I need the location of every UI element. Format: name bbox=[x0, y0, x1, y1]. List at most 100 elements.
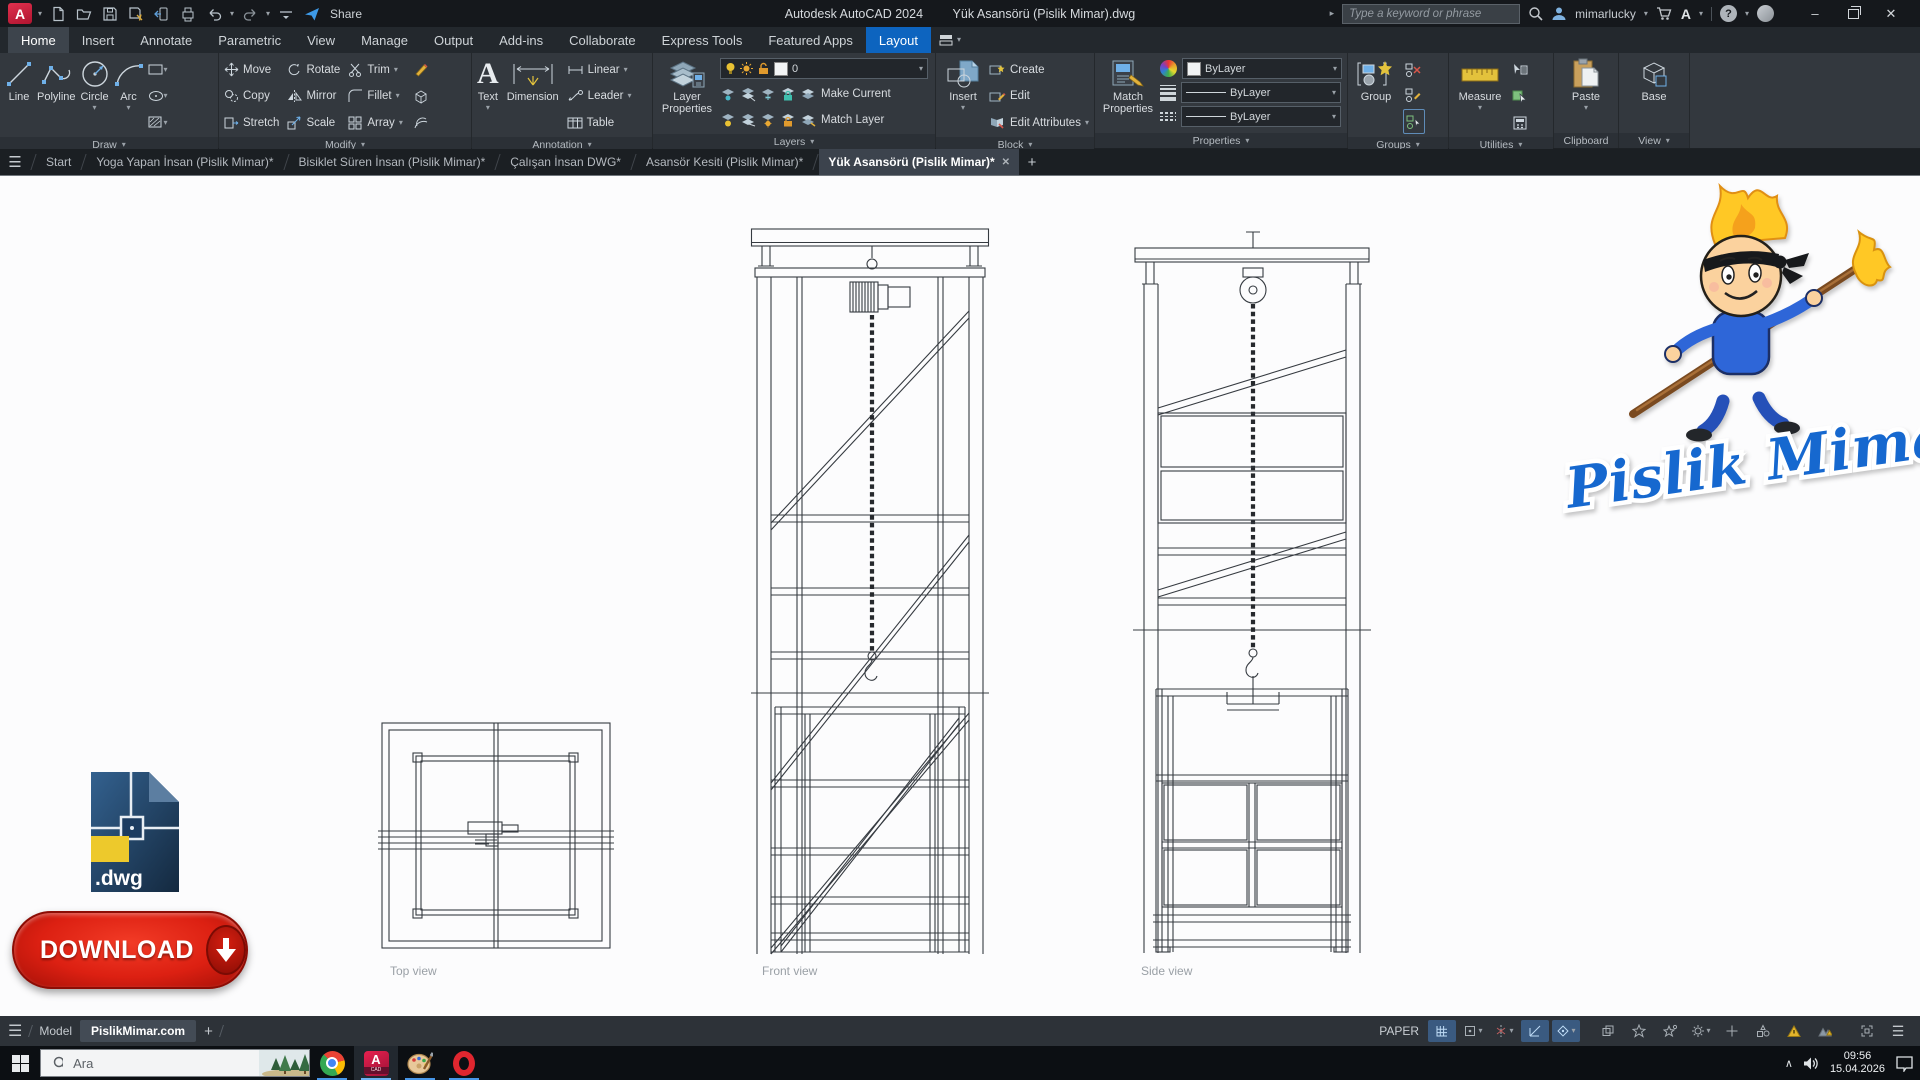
tab-insert[interactable]: Insert bbox=[69, 27, 128, 53]
tab-layout[interactable]: Layout bbox=[866, 27, 931, 53]
grid-toggle[interactable] bbox=[1428, 1020, 1456, 1042]
measure-button[interactable]: Measure bbox=[1454, 56, 1506, 112]
move-button[interactable]: Move bbox=[224, 58, 279, 81]
app-store-cart-icon[interactable] bbox=[1656, 6, 1673, 21]
volume-icon[interactable] bbox=[1803, 1056, 1820, 1071]
search-icon[interactable] bbox=[1528, 6, 1543, 21]
layer-unlock-all-icon[interactable] bbox=[780, 112, 797, 128]
start-button[interactable] bbox=[0, 1046, 40, 1080]
select-similar-button[interactable] bbox=[1510, 85, 1530, 108]
help-caret-icon[interactable] bbox=[1745, 10, 1749, 18]
model-tab[interactable]: Model bbox=[39, 1024, 72, 1038]
ungroup-button[interactable] bbox=[1403, 58, 1423, 81]
tab-collaborate[interactable]: Collaborate bbox=[556, 27, 649, 53]
tab-output[interactable]: Output bbox=[421, 27, 486, 53]
drawing-canvas[interactable]: Top view bbox=[0, 175, 1920, 1016]
base-button[interactable]: Base bbox=[1640, 56, 1668, 103]
stretch-button[interactable]: Stretch bbox=[224, 111, 279, 134]
linetype-icon[interactable] bbox=[1160, 112, 1176, 120]
linetype-dropdown[interactable]: ByLayer bbox=[1181, 106, 1341, 127]
save-as-button[interactable] bbox=[126, 4, 146, 24]
linear-dimension-button[interactable]: Linear bbox=[567, 58, 632, 81]
tab-express-tools[interactable]: Express Tools bbox=[649, 27, 756, 53]
tab-featured-apps[interactable]: Featured Apps bbox=[755, 27, 866, 53]
hardware-acceleration-button[interactable] bbox=[1780, 1020, 1808, 1042]
erase-button[interactable] bbox=[411, 58, 431, 81]
taskbar-search-box[interactable] bbox=[40, 1049, 310, 1077]
open-button[interactable] bbox=[74, 4, 94, 24]
rotate-button[interactable]: Rotate bbox=[287, 58, 340, 81]
file-tab-calisan[interactable]: Çalışan İnsan DWG* bbox=[501, 149, 630, 175]
object-snap-toggle[interactable] bbox=[1552, 1020, 1580, 1042]
autodesk-app-icon[interactable]: A bbox=[1681, 6, 1691, 22]
match-layer-button[interactable]: Match Layer bbox=[800, 108, 884, 131]
tab-manage[interactable]: Manage bbox=[348, 27, 421, 53]
minimize-button[interactable]: – bbox=[1796, 0, 1834, 27]
performance-monitor-button[interactable] bbox=[1811, 1020, 1839, 1042]
undo-caret-icon[interactable] bbox=[230, 10, 234, 18]
tab-home[interactable]: Home bbox=[8, 27, 69, 53]
ribbon-display-toggle[interactable] bbox=[931, 27, 969, 53]
redo-button[interactable] bbox=[240, 4, 260, 24]
new-file-button[interactable] bbox=[48, 4, 68, 24]
leader-button[interactable]: Leader bbox=[567, 85, 632, 108]
taskbar-app-paint[interactable] bbox=[398, 1046, 442, 1080]
username-label[interactable]: mimarlucky bbox=[1575, 7, 1636, 21]
insert-block-button[interactable]: Insert bbox=[941, 56, 985, 112]
file-tab-asansor-kesiti[interactable]: Asansör Kesiti (Pislik Mimar)* bbox=[637, 149, 812, 175]
ellipse-tool-button[interactable] bbox=[148, 85, 168, 108]
plot-button[interactable] bbox=[178, 4, 198, 24]
tab-close-icon[interactable]: ✕ bbox=[1002, 157, 1010, 168]
notification-bubble-icon[interactable] bbox=[1757, 5, 1774, 22]
layout-tab-active[interactable]: PislikMimar.com bbox=[80, 1020, 196, 1042]
clean-screen-button[interactable] bbox=[1853, 1020, 1881, 1042]
search-highlight-image[interactable] bbox=[259, 1050, 309, 1076]
help-search-box[interactable] bbox=[1342, 4, 1520, 24]
maximize-button[interactable] bbox=[1834, 0, 1872, 27]
quick-select-button[interactable] bbox=[1510, 58, 1530, 81]
layer-dropdown[interactable]: 0 bbox=[720, 58, 928, 79]
layer-freeze-icon[interactable] bbox=[760, 86, 777, 102]
user-avatar-icon[interactable] bbox=[1551, 6, 1567, 21]
layer-unisolate-icon[interactable] bbox=[740, 86, 757, 102]
user-menu-caret-icon[interactable] bbox=[1644, 10, 1648, 18]
isolate-objects-button[interactable] bbox=[1749, 1020, 1777, 1042]
paste-button[interactable]: Paste bbox=[1572, 56, 1600, 112]
open-from-web-button[interactable] bbox=[152, 4, 172, 24]
offset-button[interactable] bbox=[411, 111, 431, 134]
dimension-button[interactable]: Dimension bbox=[503, 56, 563, 103]
layer-lock-icon[interactable] bbox=[780, 86, 797, 102]
array-button[interactable]: Array bbox=[348, 111, 403, 134]
layer-off-icon[interactable] bbox=[720, 112, 737, 128]
infer-constraints-toggle[interactable] bbox=[1490, 1020, 1518, 1042]
workspace-settings-button[interactable] bbox=[1687, 1020, 1715, 1042]
match-properties-button[interactable]: Match Properties bbox=[1100, 56, 1156, 115]
annotation-scale-toggle[interactable] bbox=[1656, 1020, 1684, 1042]
layer-match-icon[interactable] bbox=[740, 112, 757, 128]
scale-button[interactable]: Scale bbox=[287, 111, 340, 134]
undo-button[interactable] bbox=[204, 4, 224, 24]
action-center-icon[interactable] bbox=[1895, 1055, 1914, 1072]
new-layout-button[interactable]: + bbox=[204, 1023, 213, 1040]
autodesk-caret-icon[interactable] bbox=[1699, 10, 1703, 18]
file-tab-yuk-asansoru[interactable]: Yük Asansörü (Pislik Mimar)* ✕ bbox=[819, 149, 1019, 175]
polyline-button[interactable]: Polyline bbox=[37, 56, 76, 103]
panel-label-layers[interactable]: Layers bbox=[653, 134, 935, 149]
taskbar-app-autocad[interactable]: ACAD bbox=[354, 1046, 398, 1080]
make-current-button[interactable]: Make Current bbox=[800, 82, 891, 105]
object-color-dropdown[interactable]: ByLayer bbox=[1182, 58, 1342, 79]
panel-label-view[interactable]: View bbox=[1619, 133, 1689, 148]
create-block-button[interactable]: Create bbox=[989, 58, 1089, 81]
quick-calculator-button[interactable] bbox=[1510, 111, 1530, 134]
tab-annotate[interactable]: Annotate bbox=[127, 27, 205, 53]
rectangle-tool-button[interactable] bbox=[148, 58, 168, 81]
tab-add-ins[interactable]: Add-ins bbox=[486, 27, 556, 53]
copy-button[interactable]: Copy bbox=[224, 85, 279, 108]
autocad-app-icon[interactable]: A bbox=[8, 3, 32, 24]
panel-label-clipboard[interactable]: Clipboard bbox=[1554, 133, 1618, 148]
layer-properties-button[interactable]: Layer Properties bbox=[658, 56, 716, 115]
tab-parametric[interactable]: Parametric bbox=[205, 27, 294, 53]
crosshair-button[interactable] bbox=[1718, 1020, 1746, 1042]
file-tab-bisiklet[interactable]: Bisiklet Süren İnsan (Pislik Mimar)* bbox=[290, 149, 495, 175]
tray-chevron-icon[interactable]: ∧ bbox=[1785, 1057, 1793, 1070]
